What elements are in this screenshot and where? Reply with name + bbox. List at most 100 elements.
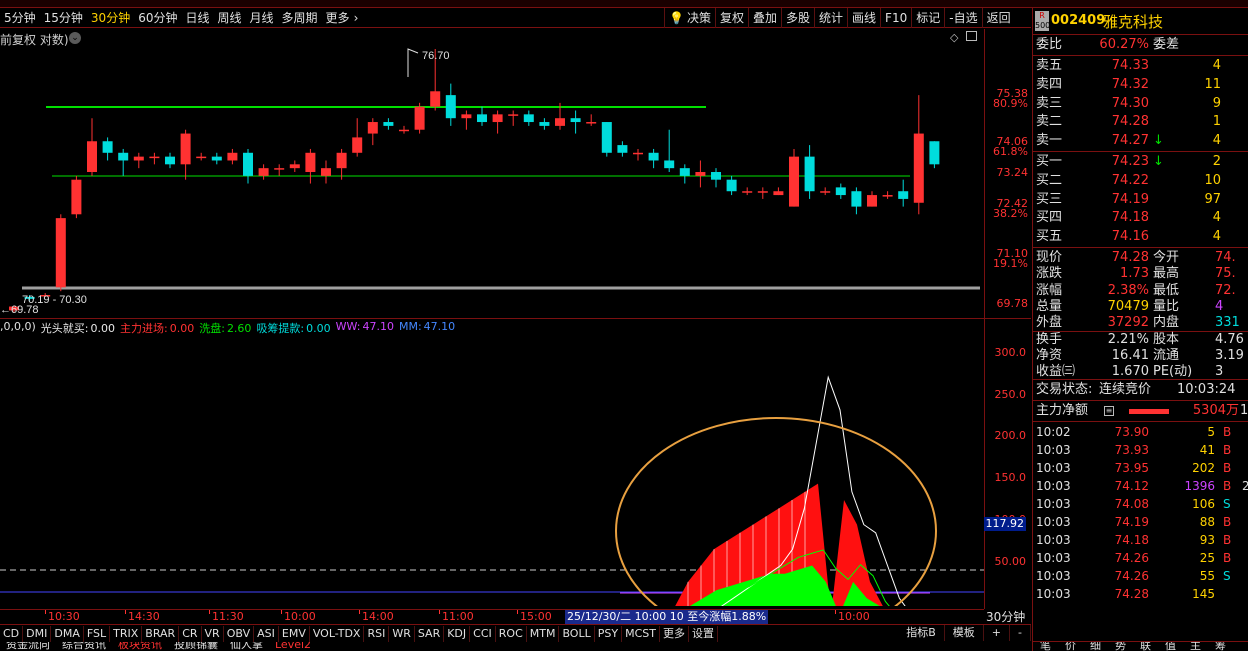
toolbar-button[interactable]: 叠加 <box>747 8 781 28</box>
right-bottom-tab[interactable]: 势 <box>1108 642 1133 651</box>
buy-row[interactable]: 买三 74.19 97 <box>1033 191 1248 209</box>
tick-side: B <box>1223 551 1232 565</box>
tick-price: 74.12 <box>1114 479 1149 493</box>
toolbar-button[interactable]: 💡 决策 <box>664 8 715 28</box>
sell-row[interactable]: 卖二 74.28 1 <box>1033 113 1248 131</box>
sell-price: 74.33 <box>1111 58 1149 73</box>
period-tab[interactable]: 多周期 <box>278 8 322 28</box>
period-tab[interactable]: 日线 <box>181 8 213 28</box>
period-tab[interactable]: 5分钟 <box>0 8 40 28</box>
indicator-tab[interactable]: KDJ <box>444 625 471 642</box>
right-bottom-tab[interactable]: 细 <box>1083 642 1108 651</box>
sell-row[interactable]: 卖四 74.32 11 <box>1033 76 1248 94</box>
tick-price: 74.26 <box>1114 551 1149 565</box>
toolbar-button[interactable]: 多股 <box>781 8 814 28</box>
toolbar-button[interactable]: 标记 <box>911 8 944 28</box>
right-bottom-tab[interactable]: 筹 <box>1208 642 1233 651</box>
indicator-tab[interactable]: WR <box>389 625 415 642</box>
bottombar-button[interactable]: 模板 <box>945 625 984 641</box>
sell-row[interactable]: 卖三 74.30 9 <box>1033 95 1248 113</box>
indicator-tab[interactable]: 更多 <box>660 625 689 642</box>
indicator-tab[interactable]: DMI <box>23 625 52 642</box>
bottom-tab[interactable]: 综合资讯 <box>56 642 112 651</box>
buy-row[interactable]: 买五 74.16 4 <box>1033 228 1248 246</box>
bottombar-button[interactable]: 指标B <box>898 625 945 641</box>
indicator-tab[interactable]: VR <box>202 625 224 642</box>
bottom-tab[interactable]: 板块资讯 <box>112 642 168 651</box>
candle-body <box>757 191 768 193</box>
kline-chart[interactable]: 76.7070.19 - 70.30←69.78 <box>0 29 984 318</box>
sell-row[interactable]: 卖五 74.33 4 <box>1033 57 1248 75</box>
bottombar-button[interactable]: + <box>984 625 1011 641</box>
candle-body <box>102 141 113 153</box>
bottom-tab[interactable]: Level2 <box>269 642 317 651</box>
right-bottom-tab[interactable]: 值 <box>1158 642 1183 651</box>
indicator-tab[interactable]: CD <box>0 625 24 642</box>
chevron-right-icon[interactable]: › <box>354 8 359 28</box>
chart-area[interactable]: 前复权 对数) ⌄ ◇ 76.70 70.19 - 70.30 ←69.78 75.… <box>0 29 1031 609</box>
indicator-tab[interactable]: VOL-TDX <box>310 625 365 642</box>
toolbar-button[interactable]: F10 <box>880 8 911 28</box>
indicator-tab[interactable]: ASI <box>254 625 279 642</box>
indicator-tab[interactable]: SAR <box>415 625 445 642</box>
right-bottom-tab[interactable]: 价 <box>1058 642 1083 651</box>
period-tab[interactable]: 更多 <box>322 8 354 28</box>
stat-value-2: 72. <box>1215 282 1236 298</box>
right-bottom-tab[interactable]: 笔 <box>1033 642 1058 651</box>
buy-row[interactable]: 买一 74.23 ↓ 2 <box>1033 153 1248 171</box>
right-bottom-tab[interactable]: 联 <box>1133 642 1158 651</box>
indicator-chart[interactable] <box>0 319 984 606</box>
bottom-tab[interactable]: 仙人掌 <box>224 642 269 651</box>
candle-body <box>492 114 503 123</box>
period-tab[interactable]: 月线 <box>246 8 278 28</box>
indicator-tab[interactable]: CR <box>179 625 202 642</box>
period-tab[interactable]: 30分钟 <box>87 8 134 28</box>
indicator-tab[interactable]: OBV <box>224 625 255 642</box>
toolbar-button[interactable]: -自选 <box>944 8 981 28</box>
indicator-tab[interactable]: TRIX <box>110 625 143 642</box>
indicator-tab[interactable]: 设置 <box>689 625 718 642</box>
menu-icon[interactable]: ≡ <box>1104 406 1114 416</box>
buy-row[interactable]: 买四 74.18 4 <box>1033 209 1248 227</box>
indicator-tab[interactable]: EMV <box>279 625 310 642</box>
sell-volume: 11 <box>1204 76 1221 92</box>
period-tag[interactable]: 30分钟 <box>986 608 1025 625</box>
indicator-tab[interactable]: DMA <box>51 625 84 642</box>
indicator-tab[interactable]: RSI <box>364 625 390 642</box>
indicator-tab[interactable]: CCI <box>470 625 496 642</box>
tick-side: S <box>1223 569 1231 583</box>
sell-row[interactable]: 卖一 74.27 ↓ 4 <box>1033 132 1248 150</box>
indicator-tab[interactable]: ROC <box>496 625 527 642</box>
tick-time: 10:03 <box>1036 443 1071 457</box>
bottom-tab[interactable]: 资金流向 <box>0 642 56 651</box>
stat-label-2: 今开 <box>1153 250 1180 265</box>
indicator-axis-label: 300.0 <box>994 346 1027 359</box>
tick-side: S <box>1223 497 1231 511</box>
toolbar-button[interactable]: 统计 <box>814 8 847 28</box>
candle-body <box>430 91 441 107</box>
candle-body <box>679 168 690 176</box>
indicator-tab[interactable]: FSL <box>84 625 111 642</box>
period-tab[interactable]: 15分钟 <box>40 8 87 28</box>
period-tab[interactable]: 60分钟 <box>134 8 181 28</box>
toolbar-button[interactable]: 复权 <box>714 8 748 28</box>
buy-row[interactable]: 买二 74.22 10 <box>1033 172 1248 190</box>
stat-value: 70479 <box>1107 298 1149 314</box>
indicator-tab[interactable]: BRAR <box>142 625 180 642</box>
indicator-tab[interactable]: MTM <box>527 625 560 642</box>
buy-price: 74.18 <box>1111 210 1149 226</box>
time-tick <box>439 610 440 614</box>
candle-body <box>227 152 238 161</box>
sell-volume: 4 <box>1212 58 1221 73</box>
indicator-tab[interactable]: PSY <box>595 625 623 642</box>
bottombar-button[interactable]: - <box>1010 625 1031 641</box>
right-bottom-tab[interactable]: 主 <box>1183 642 1208 651</box>
bottom-tab[interactable]: 投顾锦囊 <box>168 642 224 651</box>
period-tab[interactable]: 周线 <box>214 8 246 28</box>
indicator-tab[interactable]: BOLL <box>559 625 595 642</box>
indicator-tab[interactable]: MCST <box>622 625 660 642</box>
toolbar-button[interactable]: 返回 <box>981 8 1015 28</box>
toolbar-button[interactable]: 画线 <box>847 8 880 28</box>
time-tick <box>835 610 836 614</box>
candle-body <box>820 191 831 193</box>
